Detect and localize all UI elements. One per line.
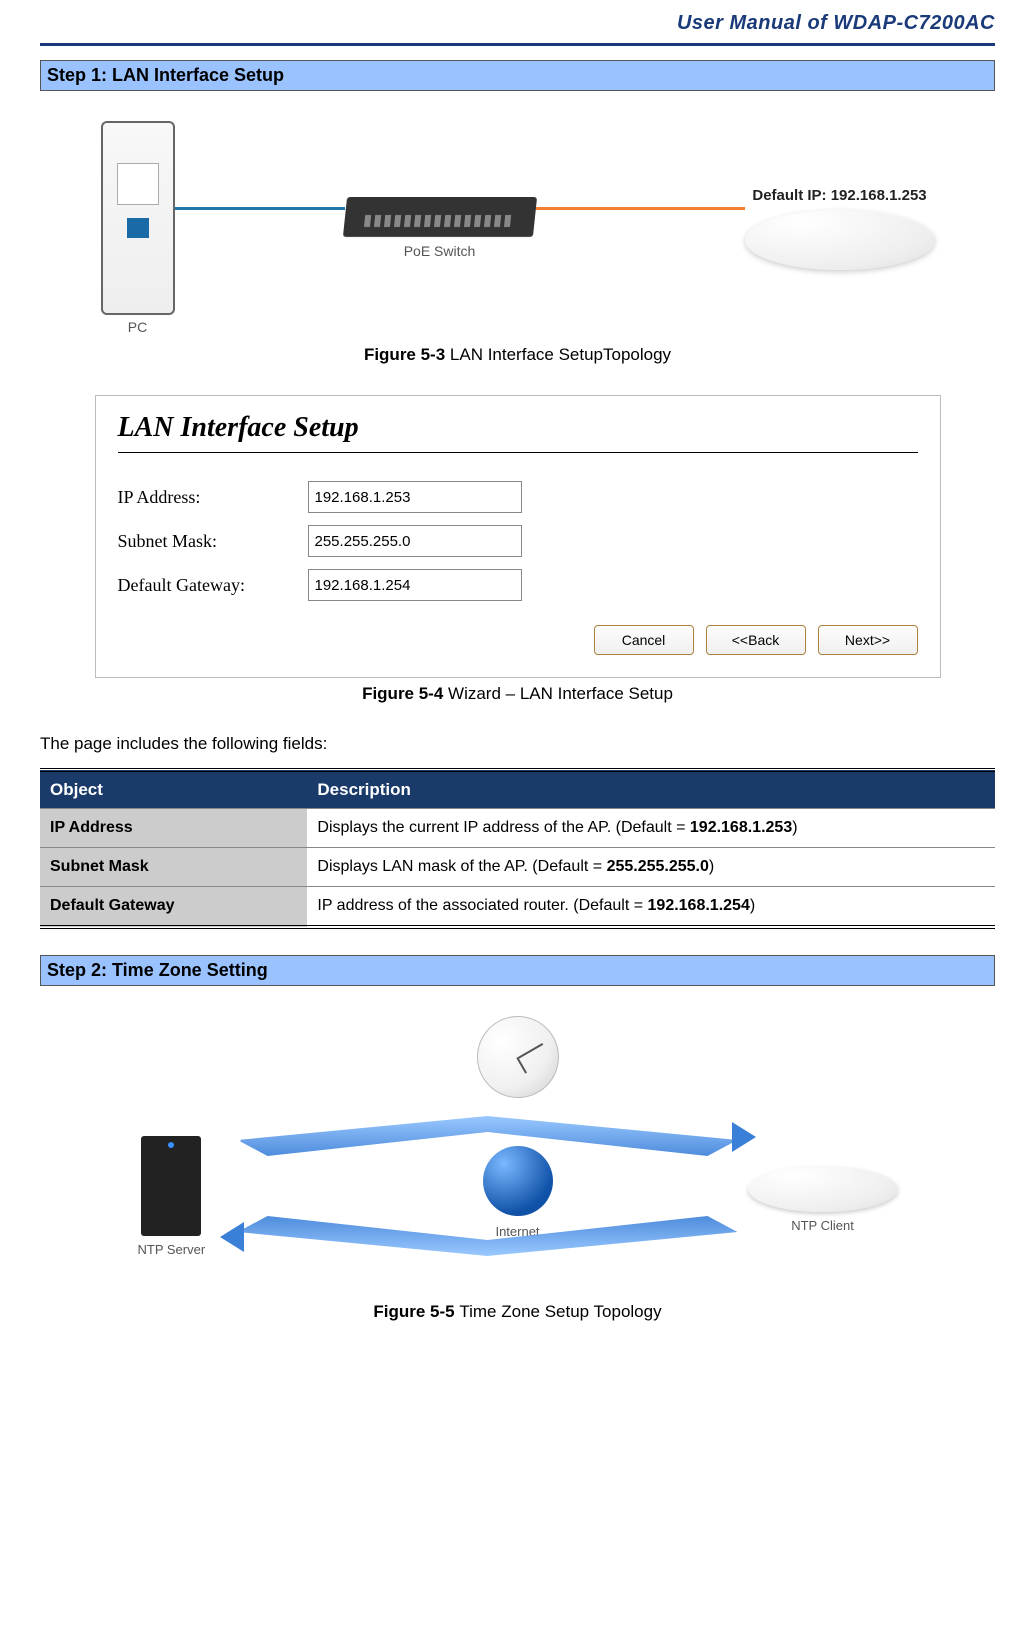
ntp-server-label: NTP Server — [138, 1242, 206, 1257]
ntp-client-device: NTP Client — [748, 1166, 898, 1233]
ip-address-input[interactable] — [308, 481, 522, 513]
ap-device: Default IP: 192.168.1.253 — [745, 187, 935, 270]
ethernet-cable-blue — [175, 207, 345, 210]
figure-5-3-number: Figure 5-3 — [364, 345, 450, 364]
ntp-client-label: NTP Client — [791, 1218, 854, 1233]
table-header-object: Object — [40, 770, 307, 809]
back-button[interactable]: <<Back — [706, 625, 806, 655]
figure-5-5-caption: Figure 5-5 Time Zone Setup Topology — [40, 1302, 995, 1322]
arrow-top — [238, 1116, 738, 1156]
pc-device: PC — [101, 121, 175, 335]
table-row: Subnet Mask Displays LAN mask of the AP.… — [40, 848, 995, 887]
cancel-button[interactable]: Cancel — [594, 625, 694, 655]
pc-icon — [101, 121, 175, 315]
figure-5-4-number: Figure 5-4 — [362, 684, 448, 703]
document-header: User Manual of WDAP-C7200AC — [40, 12, 995, 46]
subnet-mask-input[interactable] — [308, 525, 522, 557]
figure-5-5-title: Time Zone Setup Topology — [459, 1302, 661, 1321]
step2-heading: Step 2: Time Zone Setting — [40, 955, 995, 986]
arrow-bottom — [238, 1216, 738, 1256]
ap-default-ip: Default IP: 192.168.1.253 — [752, 187, 926, 204]
figure-5-5-number: Figure 5-5 — [373, 1302, 459, 1321]
fields-table: Object Description IP Address Displays t… — [40, 768, 995, 929]
step1-heading: Step 1: LAN Interface Setup — [40, 60, 995, 91]
figure-5-4-caption: Figure 5-4 Wizard – LAN Interface Setup — [40, 684, 995, 704]
poe-switch-device: PoE Switch — [345, 197, 535, 259]
ap-icon — [748, 1166, 898, 1212]
globe-icon — [483, 1146, 553, 1216]
switch-label: PoE Switch — [404, 243, 476, 259]
next-button[interactable]: Next>> — [818, 625, 918, 655]
lan-interface-setup-panel: LAN Interface Setup IP Address: Subnet M… — [95, 395, 941, 678]
table-row: IP Address Displays the current IP addre… — [40, 809, 995, 848]
table-cell-description: Displays the current IP address of the A… — [307, 809, 995, 848]
switch-icon — [342, 197, 536, 237]
clock-icon — [477, 1016, 559, 1098]
table-cell-description: Displays LAN mask of the AP. (Default = … — [307, 848, 995, 887]
subnet-mask-label: Subnet Mask: — [118, 531, 308, 552]
figure-5-5-topology: Internet NTP Server NTP Client — [118, 1016, 918, 1296]
table-header-description: Description — [307, 770, 995, 809]
figure-5-3-caption: Figure 5-3 LAN Interface SetupTopology — [40, 345, 995, 365]
table-cell-description: IP address of the associated router. (De… — [307, 887, 995, 928]
table-cell-object: Default Gateway — [40, 887, 307, 928]
table-cell-object: IP Address — [40, 809, 307, 848]
ntp-server-device: NTP Server — [138, 1136, 206, 1257]
default-gateway-input[interactable] — [308, 569, 522, 601]
server-icon — [141, 1136, 201, 1236]
ethernet-cable-orange — [535, 207, 745, 210]
intro-text: The page includes the following fields: — [40, 734, 995, 754]
panel-title: LAN Interface Setup — [118, 412, 918, 444]
table-row: Default Gateway IP address of the associ… — [40, 887, 995, 928]
table-cell-object: Subnet Mask — [40, 848, 307, 887]
ap-icon — [745, 210, 935, 270]
figure-5-3-title: LAN Interface SetupTopology — [450, 345, 671, 364]
figure-5-3-topology: PC PoE Switch Default IP: 192.168.1.253 — [40, 121, 995, 335]
pc-label: PC — [128, 319, 147, 335]
ip-address-label: IP Address: — [118, 487, 308, 508]
default-gateway-label: Default Gateway: — [118, 575, 308, 596]
figure-5-4-title: Wizard – LAN Interface Setup — [448, 684, 673, 703]
